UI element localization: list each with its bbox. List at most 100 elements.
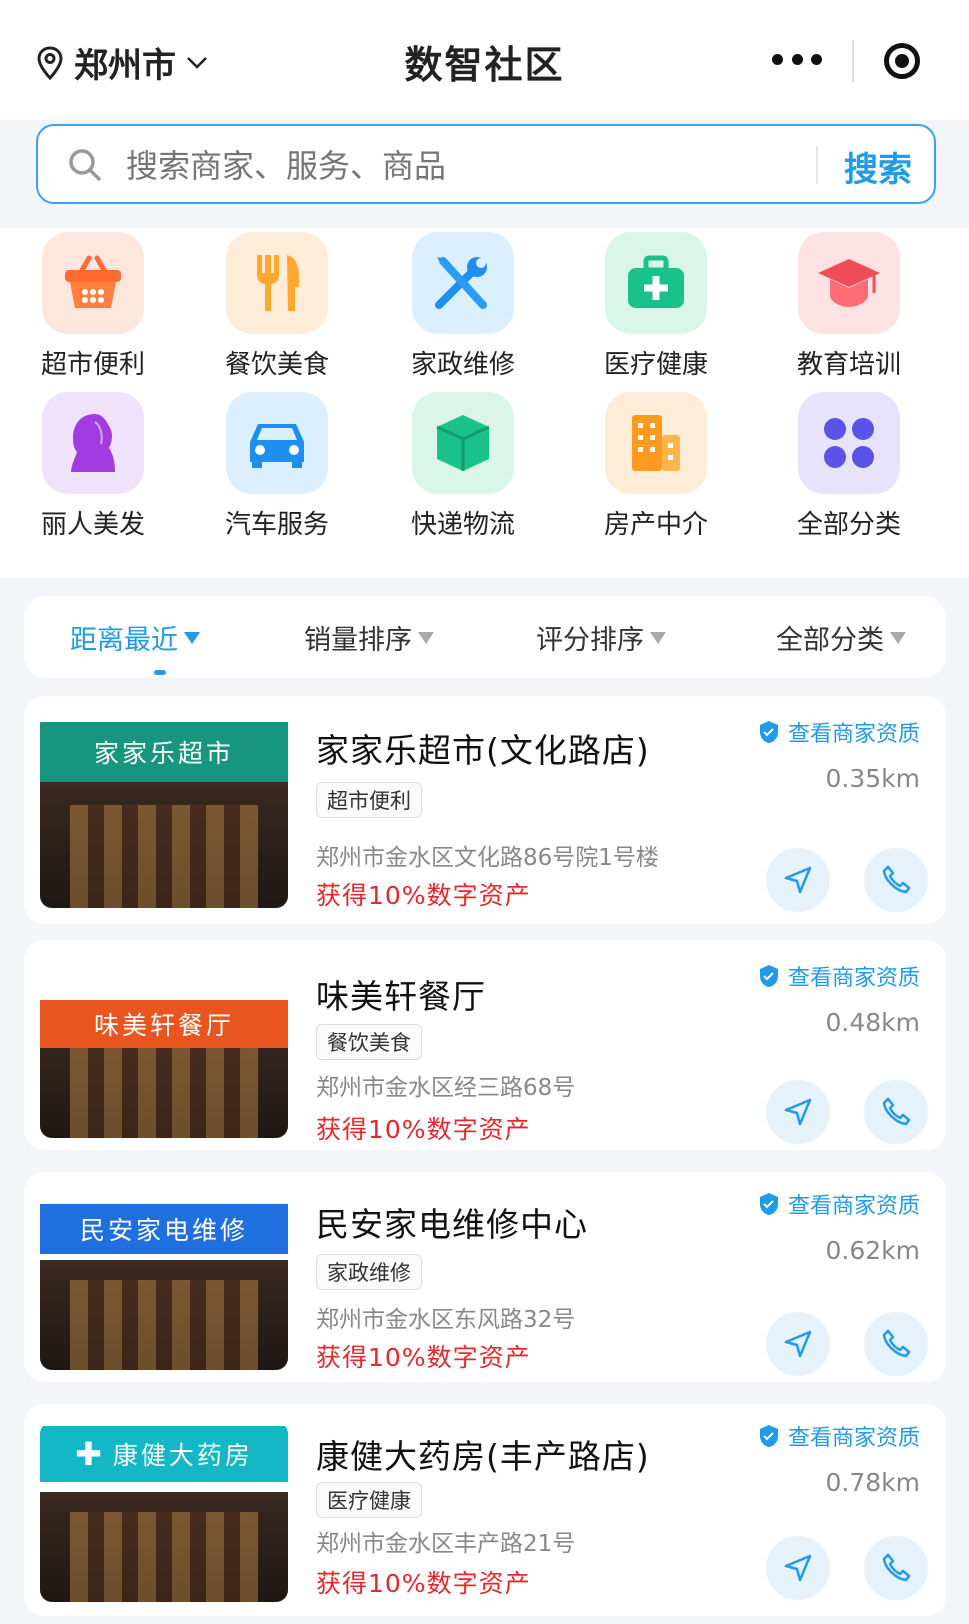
category-label: 汽车服务 xyxy=(224,510,329,540)
store-tag: 医疗健康 xyxy=(316,1482,422,1518)
capsule-divider xyxy=(852,40,854,82)
category-auto[interactable]: 汽车服务 xyxy=(192,392,362,541)
sort-rating[interactable]: 评分排序 xyxy=(536,618,666,657)
category-housekeeping[interactable]: 家政维修 xyxy=(378,232,548,381)
sort-label: 销量排序 xyxy=(304,625,412,656)
store-distance: 0.48km xyxy=(825,1008,921,1037)
category-express[interactable]: 快递物流 xyxy=(378,392,548,541)
category-label: 医疗健康 xyxy=(603,350,708,380)
category-grid: 超市便利 餐饮美食 家政维修 医疗健康 教育培训 丽人美发 汽车服务 快递物流 … xyxy=(0,228,969,578)
category-medical[interactable]: 医疗健康 xyxy=(571,232,741,381)
category-label: 餐饮美食 xyxy=(224,350,329,380)
navigate-button[interactable] xyxy=(766,1536,830,1600)
grid-dots-icon xyxy=(798,392,900,494)
call-button[interactable] xyxy=(864,1080,928,1144)
caret-down-icon xyxy=(650,631,666,644)
shield-check-icon xyxy=(759,721,778,743)
store-card[interactable]: 民安家电维修 民安家电维修中心 家政维修 郑州市金水区东风路32号 获得10%数… xyxy=(24,1172,946,1382)
call-button[interactable] xyxy=(864,848,928,912)
store-distance: 0.35km xyxy=(825,764,921,793)
phone-icon xyxy=(882,1097,911,1126)
car-icon xyxy=(226,392,328,494)
store-address: 郑州市金水区东风路32号 xyxy=(316,1307,576,1333)
shopping-basket-icon xyxy=(42,232,144,334)
caret-down-icon xyxy=(418,631,434,644)
sort-bar: 距离最近 销量排序 评分排序 全部分类 xyxy=(24,596,946,678)
category-realestate[interactable]: 房产中介 xyxy=(571,392,741,541)
package-box-icon xyxy=(412,392,514,494)
close-miniprogram-icon[interactable] xyxy=(884,43,920,79)
navigation-arrow-icon xyxy=(784,1330,812,1358)
search-button[interactable]: 搜索 xyxy=(844,142,912,191)
qualification-link[interactable]: 查看商家资质 xyxy=(758,1188,920,1220)
store-address: 郑州市金水区经三路68号 xyxy=(316,1075,576,1101)
search-input[interactable] xyxy=(124,142,728,190)
category-food[interactable]: 餐饮美食 xyxy=(192,232,362,381)
graduation-cap-icon xyxy=(798,232,900,334)
call-button[interactable] xyxy=(864,1312,928,1376)
store-sign: ✚ 康健大药房 xyxy=(40,1426,288,1482)
qualification-label: 查看商家资质 xyxy=(787,722,920,747)
sort-label: 距离最近 xyxy=(70,625,178,656)
qualification-label: 查看商家资质 xyxy=(787,966,920,991)
store-sign: 家家乐超市 xyxy=(40,722,288,782)
sort-category[interactable]: 全部分类 xyxy=(776,618,906,657)
store-card[interactable]: 家家乐超市 家家乐超市(文化路店) 超市便利 郑州市金水区文化路86号院1号楼 … xyxy=(24,696,946,924)
store-name: 家家乐超市(文化路店) xyxy=(316,731,650,770)
call-button[interactable] xyxy=(864,1536,928,1600)
sort-label: 全部分类 xyxy=(776,625,884,656)
search-bar: 搜索 xyxy=(36,124,936,204)
sort-label: 评分排序 xyxy=(536,625,644,656)
store-sign: 味美轩餐厅 xyxy=(40,1000,288,1048)
phone-icon xyxy=(882,865,911,894)
store-name: 味美轩餐厅 xyxy=(316,977,486,1016)
store-address: 郑州市金水区丰产路21号 xyxy=(316,1531,576,1557)
store-photo: 味美轩餐厅 xyxy=(40,958,288,1138)
medical-cross-icon: ✚ xyxy=(75,1435,105,1473)
navigation-arrow-icon xyxy=(784,1554,812,1582)
store-card[interactable]: 味美轩餐厅 味美轩餐厅 餐饮美食 郑州市金水区经三路68号 获得10%数字资产 … xyxy=(24,940,946,1150)
phone-icon xyxy=(882,1329,911,1358)
category-beauty[interactable]: 丽人美发 xyxy=(8,392,178,541)
store-sign-text: 康健大药房 xyxy=(112,1441,253,1470)
navigate-button[interactable] xyxy=(766,1312,830,1376)
store-sign: 民安家电维修 xyxy=(40,1204,288,1254)
reward-text: 获得10%数字资产 xyxy=(316,1569,531,1598)
medical-kit-icon xyxy=(605,232,707,334)
reward-text: 获得10%数字资产 xyxy=(316,1115,531,1144)
qualification-link[interactable]: 查看商家资质 xyxy=(758,1420,920,1452)
wrench-screwdriver-icon xyxy=(412,232,514,334)
navigate-button[interactable] xyxy=(766,1080,830,1144)
fork-knife-icon xyxy=(226,232,328,334)
qualification-link[interactable]: 查看商家资质 xyxy=(758,716,920,748)
store-card[interactable]: ✚ 康健大药房 康健大药房(丰产路店) 医疗健康 郑州市金水区丰产路21号 获得1… xyxy=(24,1404,946,1616)
store-distance: 0.78km xyxy=(825,1468,921,1497)
navigate-button[interactable] xyxy=(766,848,830,912)
store-photo: 家家乐超市 xyxy=(40,712,288,908)
sort-sales[interactable]: 销量排序 xyxy=(304,618,434,657)
category-label: 快递物流 xyxy=(410,510,515,540)
search-icon xyxy=(69,149,101,181)
category-label: 全部分类 xyxy=(796,510,901,540)
search-separator xyxy=(816,146,818,184)
store-tag: 超市便利 xyxy=(316,782,422,818)
reward-text: 获得10%数字资产 xyxy=(316,1343,531,1372)
sort-distance[interactable]: 距离最近 xyxy=(70,618,200,657)
sort-active-indicator xyxy=(154,670,166,675)
shield-check-icon xyxy=(759,1193,778,1215)
category-all[interactable]: 全部分类 xyxy=(764,392,934,541)
navigation-arrow-icon xyxy=(784,1098,812,1126)
store-name: 康健大药房(丰产路店) xyxy=(316,1437,650,1476)
navigation-arrow-icon xyxy=(784,866,812,894)
shield-check-icon xyxy=(759,1425,778,1447)
category-label: 超市便利 xyxy=(40,350,145,380)
shield-check-icon xyxy=(759,965,778,987)
qualification-label: 查看商家资质 xyxy=(787,1426,920,1451)
building-icon xyxy=(605,392,707,494)
qualification-link[interactable]: 查看商家资质 xyxy=(758,960,920,992)
category-supermarket[interactable]: 超市便利 xyxy=(8,232,178,381)
top-bar: 郑州市 数智社区 xyxy=(0,0,969,120)
store-name: 民安家电维修中心 xyxy=(316,1205,588,1244)
more-menu-icon[interactable] xyxy=(772,46,822,72)
category-education[interactable]: 教育培训 xyxy=(764,232,934,381)
